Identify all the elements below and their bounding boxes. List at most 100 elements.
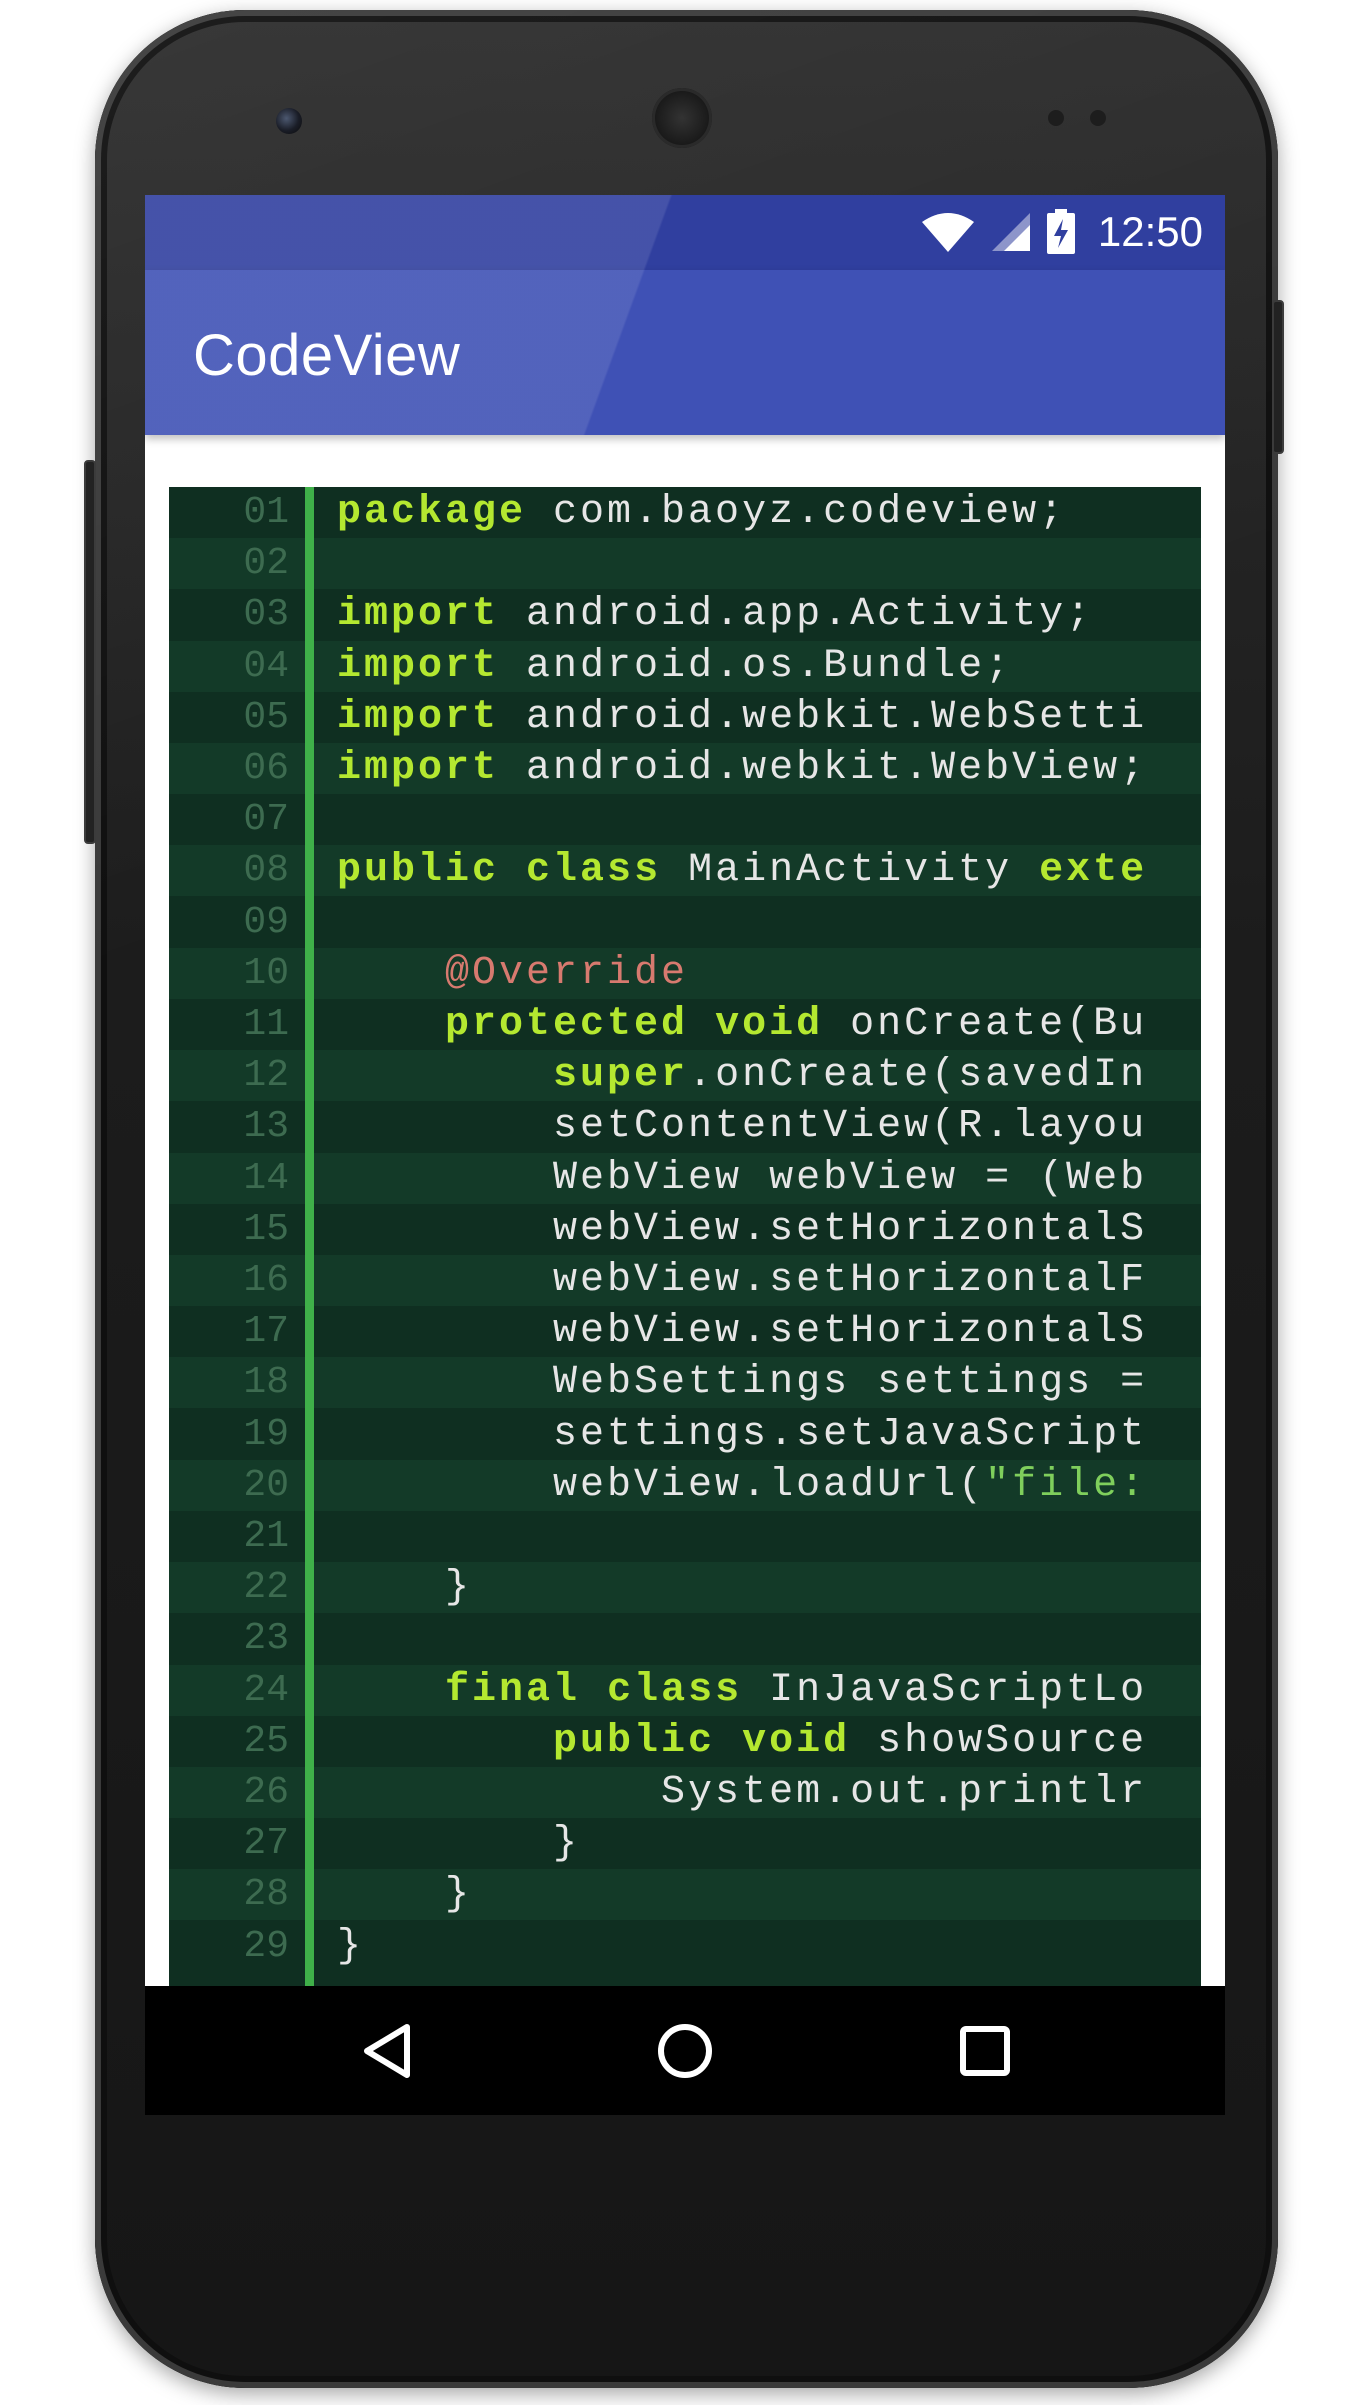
code-text: super.onCreate(savedIn	[337, 1050, 1147, 1101]
code-text: webView.setHorizontalF	[337, 1255, 1147, 1306]
line-number: 01	[243, 491, 289, 534]
code-text: public class MainActivity exte	[337, 845, 1147, 896]
code-line: 22 }	[169, 1562, 1201, 1614]
code-text: }	[337, 1921, 364, 1972]
code-line: 14 WebView webView = (Web	[169, 1152, 1201, 1204]
sensor-dot	[1048, 110, 1064, 126]
code-line: 03 import android.app.Activity;	[169, 589, 1201, 640]
code-text: import android.app.Activity;	[337, 589, 1093, 640]
code-view[interactable]: 01 package com.baoyz.codeview; 02 03 import …	[169, 487, 1201, 1987]
code-text: WebView webView = (Web	[337, 1153, 1147, 1204]
front-camera-icon	[276, 108, 302, 134]
code-line: 04 import android.os.Bundle;	[169, 640, 1201, 692]
code-text: webView.loadUrl("file:	[337, 1460, 1147, 1511]
code-keyword: void	[742, 1718, 851, 1764]
code-token: webView.setHorizontalS	[337, 1206, 1148, 1252]
code-token: settings.setJavaScript	[337, 1411, 1148, 1457]
power-button	[1272, 300, 1284, 454]
code-line: 21	[169, 1511, 1201, 1562]
line-number: 27	[243, 1822, 289, 1866]
line-number: 07	[243, 798, 289, 842]
line-number: 04	[243, 644, 289, 688]
code-text: protected void onCreate(Bu	[337, 999, 1147, 1050]
code-text: import android.webkit.WebSetti	[337, 692, 1147, 743]
code-token: WebView webView = (Web	[337, 1155, 1148, 1201]
code-keyword: package	[337, 490, 527, 535]
code-keyword: public	[553, 1718, 716, 1764]
code-line: 26 System.out.printlr	[169, 1767, 1201, 1818]
code-token: showSource	[850, 1718, 1148, 1764]
code-token: android.os.Bundle;	[499, 643, 1013, 689]
code-token: webView.loadUrl(	[337, 1462, 986, 1508]
code-line: 08 public class MainActivity exte	[169, 845, 1201, 897]
code-text: final class InJavaScriptLo	[337, 1665, 1147, 1716]
code-text: System.out.printlr	[337, 1767, 1147, 1818]
line-number: 19	[243, 1412, 289, 1456]
code-text: package com.baoyz.codeview;	[337, 487, 1066, 538]
code-token: android.webkit.WebSetti	[499, 694, 1148, 740]
home-icon	[658, 2024, 712, 2078]
code-keyword: public	[337, 848, 500, 894]
code-line: 15 webView.setHorizontalS	[169, 1204, 1201, 1255]
app-bar: CodeView	[145, 270, 1225, 435]
code-line: 17 webView.setHorizontalS	[169, 1306, 1201, 1357]
line-number: 15	[243, 1207, 289, 1251]
code-keyword: void	[715, 1002, 824, 1047]
line-number: 28	[243, 1873, 289, 1917]
code-token: android.webkit.WebView;	[499, 746, 1148, 791]
code-text: }	[337, 1818, 580, 1869]
code-keyword: super	[553, 1053, 689, 1099]
volume-button	[84, 460, 96, 844]
line-number: 10	[243, 951, 289, 995]
code-token: }	[337, 1923, 365, 1969]
code-token: com.baoyz.codeview;	[526, 490, 1067, 535]
code-token: MainActivity	[661, 848, 1040, 894]
code-annotation: @Override	[445, 950, 689, 996]
line-number: 05	[243, 695, 289, 739]
wifi-icon	[921, 213, 974, 252]
status-time: 12:50	[1097, 208, 1203, 255]
code-token: InJavaScriptLo	[742, 1667, 1148, 1713]
code-token: .onCreate(savedIn	[688, 1053, 1148, 1099]
line-number: 08	[243, 849, 289, 893]
home-button[interactable]	[644, 2010, 726, 2092]
code-token: webView.setHorizontalF	[337, 1258, 1148, 1303]
line-number: 17	[243, 1310, 289, 1354]
code-text: settings.setJavaScript	[337, 1409, 1147, 1460]
line-number: 26	[243, 1771, 289, 1814]
code-line: 28 }	[169, 1869, 1201, 1921]
code-text: public void showSource	[337, 1716, 1147, 1767]
code-text: }	[337, 1562, 472, 1613]
code-line: 07	[169, 794, 1201, 845]
code-line: 20 webView.loadUrl("file:	[169, 1459, 1201, 1511]
sensor-dot	[1090, 110, 1106, 126]
gutter-divider	[305, 487, 314, 1987]
line-number: 20	[243, 1463, 289, 1507]
code-token: }	[337, 1565, 473, 1611]
code-line: 19 settings.setJavaScript	[169, 1409, 1201, 1460]
code-line: 18 WebSettings settings =	[169, 1357, 1201, 1409]
code-line: 23	[169, 1613, 1201, 1664]
line-number: 22	[243, 1566, 289, 1610]
line-number: 03	[243, 593, 289, 637]
code-line: 29}	[169, 1921, 1201, 1972]
back-button[interactable]	[346, 2010, 428, 2092]
code-token: webView.setHorizontalS	[337, 1309, 1148, 1355]
code-token: android.app.Activity;	[499, 592, 1094, 638]
code-keyword: class	[607, 1667, 743, 1713]
line-number: 29	[243, 1924, 289, 1968]
line-number: 02	[243, 542, 289, 586]
code-line: 06 import android.webkit.WebView;	[169, 743, 1201, 794]
code-keyword: import	[337, 746, 500, 791]
code-line: 10 @Override	[169, 947, 1201, 999]
recents-button[interactable]	[944, 2010, 1026, 2092]
navigation-bar	[145, 1986, 1225, 2115]
code-token: onCreate(Bu	[823, 1002, 1148, 1047]
code-text: }	[337, 1869, 472, 1920]
line-number: 11	[243, 1003, 289, 1046]
line-number: 23	[243, 1617, 289, 1661]
